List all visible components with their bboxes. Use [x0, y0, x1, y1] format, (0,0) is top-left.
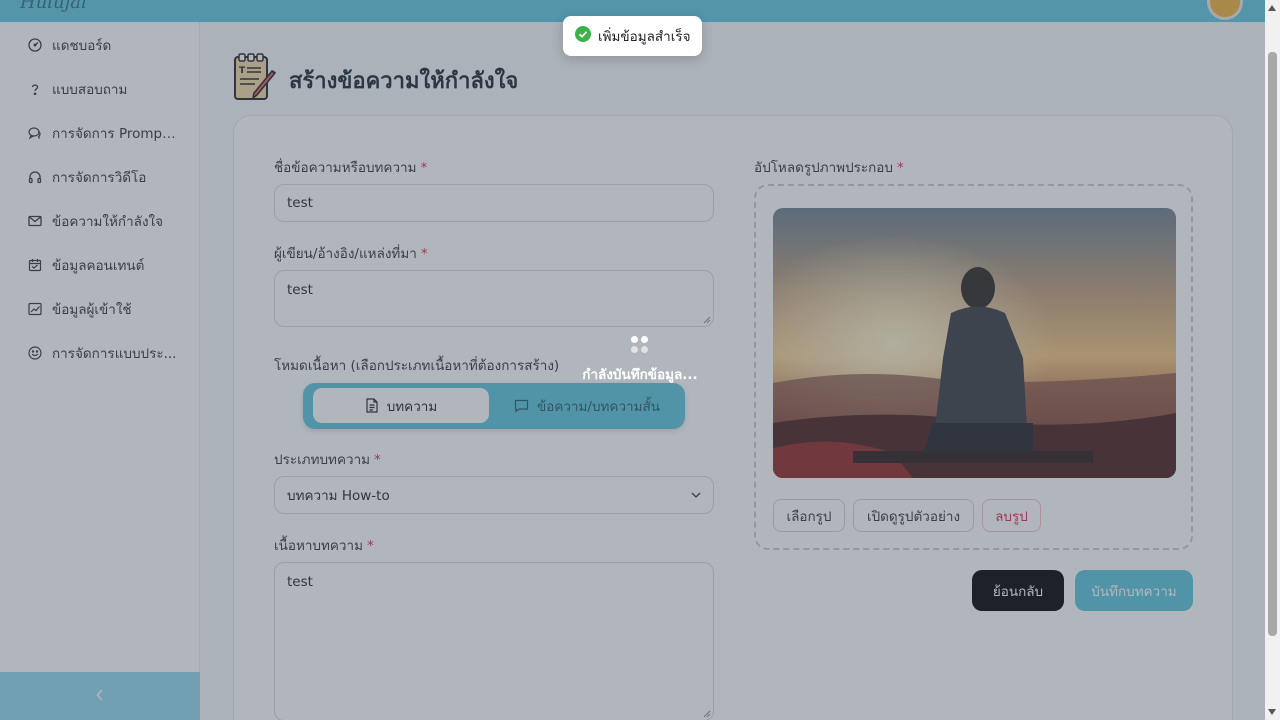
- page-scrollbar[interactable]: [1265, 0, 1280, 720]
- scrollbar-thumb[interactable]: [1268, 52, 1277, 636]
- check-circle-icon: [575, 26, 591, 46]
- success-toast: เพิ่มข้อมูลสำเร็จ: [563, 16, 702, 56]
- scroll-up-arrow-icon[interactable]: [1268, 5, 1276, 11]
- toast-message: เพิ่มข้อมูลสำเร็จ: [598, 29, 691, 45]
- loading-text: กำลังบันทึกข้อมูล...: [582, 367, 698, 383]
- scroll-down-arrow-icon[interactable]: [1268, 709, 1276, 715]
- loading-indicator: กำลังบันทึกข้อมูล...: [560, 335, 720, 385]
- spinner-icon: [630, 335, 650, 355]
